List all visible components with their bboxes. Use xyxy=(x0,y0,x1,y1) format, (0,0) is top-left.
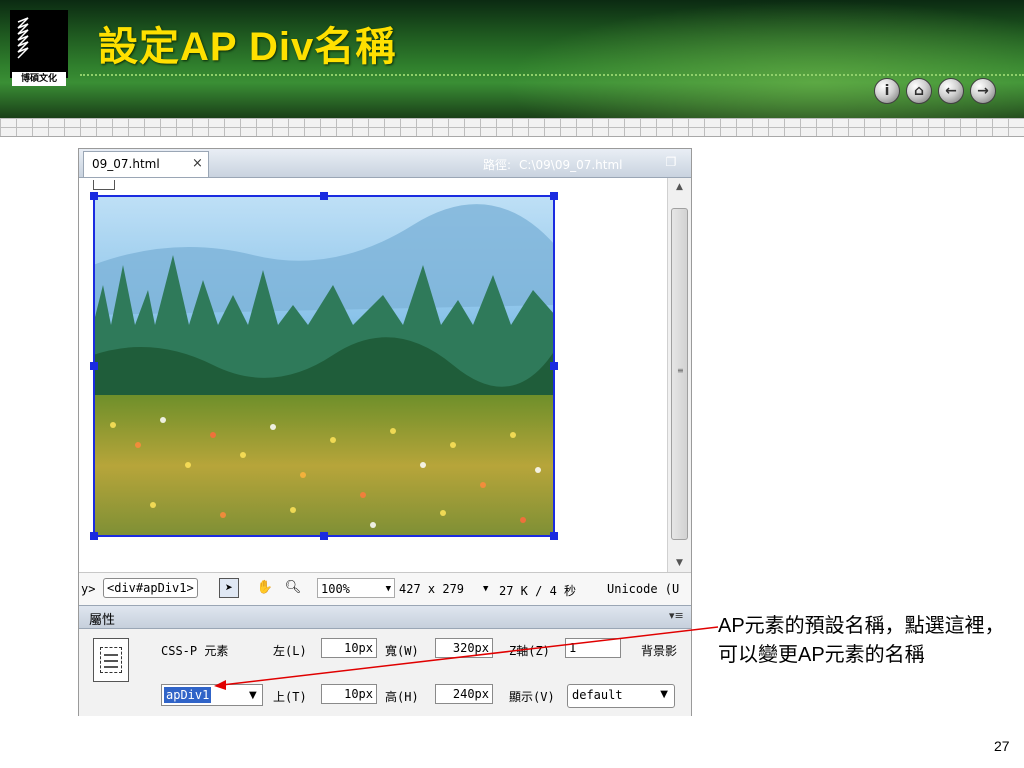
resize-handle[interactable] xyxy=(320,192,328,200)
close-icon[interactable]: × xyxy=(192,156,203,171)
chevron-down-icon[interactable]: ▼ xyxy=(483,584,488,594)
resize-handle[interactable] xyxy=(550,362,558,370)
logo-mark-icon xyxy=(17,17,29,59)
resize-handle[interactable] xyxy=(550,192,558,200)
path-value: C:\09\09_07.html xyxy=(519,158,623,172)
encoding: Unicode (U xyxy=(607,582,680,596)
path-label: 路徑: xyxy=(483,158,512,172)
ap-element-icon xyxy=(93,638,129,682)
dreamweaver-window: 09_07.html × 路徑: C:\09\09_07.html ❐ ▲ ≡ … xyxy=(78,148,692,716)
zindex-input[interactable]: 1 xyxy=(565,638,621,658)
top-label: 上(T) xyxy=(273,690,307,704)
properties-panel: 屬性 ▾≡ CSS-P 元素 apDiv1 ▼ 左(L) 10px 上(T) 1… xyxy=(79,605,691,716)
vertical-scrollbar[interactable]: ▲ ≡ ▼ xyxy=(667,178,691,572)
resize-handle[interactable] xyxy=(90,362,98,370)
logo-text: 博碩文化 xyxy=(12,72,66,86)
info-button[interactable]: i xyxy=(874,78,900,104)
height-label: 高(H) xyxy=(385,690,419,704)
element-type-label: CSS-P 元素 xyxy=(161,644,229,658)
document-tab[interactable]: 09_07.html × xyxy=(83,151,209,177)
zoom-tool-icon[interactable]: 🔍︎ xyxy=(283,578,303,598)
ap-div-element[interactable] xyxy=(90,192,558,540)
slide-header: 博碩文化 設定AP Div名稱 i ⌂ ← → xyxy=(0,0,1024,118)
visibility-value: default xyxy=(572,688,623,702)
width-label: 寬(W) xyxy=(385,644,419,658)
icon-line xyxy=(104,666,118,668)
resize-handle[interactable] xyxy=(90,192,98,200)
design-canvas[interactable] xyxy=(79,178,667,572)
slide-nav: i ⌂ ← → xyxy=(874,78,1000,104)
properties-title: 屬性 xyxy=(89,613,116,628)
top-input[interactable]: 10px xyxy=(321,684,377,704)
restore-window-icon[interactable]: ❐ xyxy=(663,154,679,170)
ap-div-anchor-icon[interactable] xyxy=(93,180,115,190)
forward-button[interactable]: → xyxy=(970,78,996,104)
status-bar: y> <div#apDiv1> ➤ ✋ 🔍︎ 100% ▼ 427 x 279 … xyxy=(79,572,691,605)
background-image-label: 背景影 xyxy=(641,644,678,658)
callout-text: AP元素的預設名稱，點選這裡，可以變更AP元素的名稱 xyxy=(718,615,1005,666)
panel-menu-icon[interactable]: ▾≡ xyxy=(669,609,684,622)
ap-element-name-field[interactable]: apDiv1 xyxy=(161,684,263,706)
document-path: 路徑: C:\09\09_07.html xyxy=(483,156,623,173)
icon-line xyxy=(104,654,118,656)
back-button[interactable]: ← xyxy=(938,78,964,104)
visibility-select[interactable]: default ▼ xyxy=(567,684,675,708)
zindex-label: Z軸(Z) xyxy=(509,644,550,658)
download-size-time: 27 K / 4 秒 xyxy=(499,584,577,598)
zoom-value: 100% xyxy=(321,582,350,596)
scroll-grip-icon: ≡ xyxy=(677,366,684,375)
arrow-right-icon: → xyxy=(977,83,989,99)
arrow-left-icon: ← xyxy=(945,83,957,99)
select-tool-icon[interactable]: ➤ xyxy=(219,578,239,598)
resize-handle[interactable] xyxy=(90,532,98,540)
tag-selector-prefix[interactable]: y> xyxy=(81,582,95,596)
info-icon: i xyxy=(884,83,890,99)
height-input[interactable]: 240px xyxy=(435,684,493,704)
left-input[interactable]: 10px xyxy=(321,638,377,658)
scroll-thumb[interactable]: ≡ xyxy=(671,208,688,540)
tag-selector-div[interactable]: <div#apDiv1> xyxy=(103,578,198,598)
chevron-down-icon[interactable]: ▼ xyxy=(249,690,257,701)
chevron-down-icon: ▼ xyxy=(385,584,391,594)
ap-div-selection-border xyxy=(93,195,555,537)
scroll-up-icon[interactable]: ▲ xyxy=(668,178,691,196)
document-tab-bar: 09_07.html × 路徑: C:\09\09_07.html ❐ xyxy=(79,149,691,178)
resize-handle[interactable] xyxy=(550,532,558,540)
document-tab-label: 09_07.html xyxy=(92,157,160,171)
left-label: 左(L) xyxy=(273,644,307,658)
visibility-label: 顯示(V) xyxy=(509,690,555,704)
chevron-down-icon: ▼ xyxy=(660,689,668,700)
window-size[interactable]: 427 x 279 xyxy=(399,582,464,596)
publisher-logo: 博碩文化 xyxy=(10,10,68,86)
hand-tool-icon[interactable]: ✋ xyxy=(255,578,275,598)
resize-handle[interactable] xyxy=(320,532,328,540)
home-button[interactable]: ⌂ xyxy=(906,78,932,104)
ap-element-name-value: apDiv1 xyxy=(164,687,212,703)
properties-header[interactable]: 屬性 ▾≡ xyxy=(79,606,691,629)
page-number: 27 xyxy=(994,738,1010,754)
slide-title: 設定AP Div名稱 xyxy=(98,25,397,69)
decorative-grid-strip xyxy=(0,118,1024,137)
home-icon: ⌂ xyxy=(913,83,925,99)
width-input[interactable]: 320px xyxy=(435,638,493,658)
header-dotted-line xyxy=(80,74,1024,76)
zoom-select[interactable]: 100% ▼ xyxy=(317,578,395,598)
icon-line xyxy=(104,660,118,662)
ap-element-icon-inner xyxy=(100,647,122,673)
scroll-down-icon[interactable]: ▼ xyxy=(668,554,691,572)
